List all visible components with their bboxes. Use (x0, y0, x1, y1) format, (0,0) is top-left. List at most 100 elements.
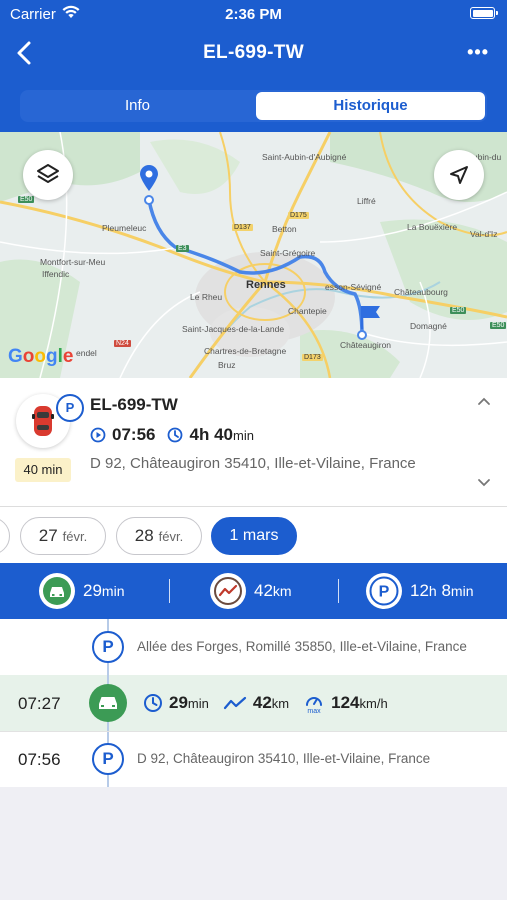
map-label: Iffendic (42, 269, 70, 279)
route-map[interactable]: Saint-Aubin-d'Aubigné Saint-Aubin-du Ple… (0, 132, 507, 378)
date-pill[interactable]: 27 févr. (20, 517, 106, 555)
stop-duration: 4h 40min (189, 425, 253, 445)
map-label: Chantepie (288, 306, 327, 316)
parking-minutes-unit: min (450, 583, 474, 599)
date-pill[interactable]: 28 févr. (116, 517, 202, 555)
road-label: E3 (176, 245, 189, 252)
navigation-bar: EL-699-TW ••• (0, 30, 507, 76)
map-label: Châteaubourg (394, 287, 448, 297)
tab-info[interactable]: Info (22, 92, 253, 120)
timeline-time: 07:56 (18, 750, 61, 769)
distance-stat-icon (210, 573, 246, 609)
date-month: févr. (62, 528, 88, 544)
date-pill-selected[interactable]: 1 mars (211, 517, 297, 555)
segmented-control: Info Historique (20, 90, 487, 122)
summary-time-row: 07:56 4h 40min (90, 424, 254, 446)
parking-stop-icon: P (92, 743, 124, 775)
trend-icon (214, 577, 242, 605)
max-speed: 124km/h (331, 693, 388, 713)
parking-stat-icon: P (366, 573, 402, 609)
road-label: N24 (114, 340, 131, 347)
parking-icon: P (369, 576, 399, 606)
map-label: La Bouëxière (407, 222, 458, 232)
map-label: Domagné (410, 321, 447, 331)
date-day: 28 (134, 526, 154, 545)
parking-minutes: 8 (441, 581, 451, 600)
duration-hours: 4h (189, 425, 210, 444)
divider (338, 579, 339, 603)
map-label: Liffré (357, 196, 376, 206)
date-month: févr. (158, 528, 184, 544)
road-label: E50 (490, 322, 507, 329)
start-pin-icon[interactable] (139, 164, 159, 192)
drive-distance-unit: km (271, 696, 290, 711)
google-letter: g (46, 346, 58, 367)
map-layers-button[interactable] (23, 150, 73, 200)
more-options-button[interactable]: ••• (467, 42, 489, 63)
drive-duration: 29min (169, 693, 209, 713)
max-speed-unit: km/h (359, 696, 388, 711)
google-letter: e (62, 346, 74, 367)
distance-unit: km (272, 583, 292, 599)
map-label: Montfort-sur-Meu (40, 257, 106, 267)
route-line (144, 195, 367, 340)
road-label: D173 (302, 354, 323, 361)
map-label: Saint-Aubin-d'Aubigné (262, 152, 347, 162)
date-pill-previous[interactable] (0, 517, 10, 555)
date-selector: 27 févr. 28 févr. 1 mars (0, 506, 507, 563)
parking-time-stat: P 12 h 8 min (366, 573, 473, 609)
map-label: Val-d'Iz (470, 229, 498, 239)
road-label: D137 (232, 224, 253, 231)
stop-duration-tag: 40 min (15, 458, 71, 482)
map-label: Le Rheu (190, 292, 223, 302)
car-icon (43, 577, 71, 605)
drive-details: 29min 42km max 124km/h (143, 692, 402, 714)
parking-badge: P (56, 394, 84, 422)
divider (169, 579, 170, 603)
battery-icon (470, 7, 498, 19)
map-label: endel (76, 348, 97, 358)
distance-stat: 42 km (210, 573, 292, 609)
drive-time-stat: 29 min (39, 573, 124, 609)
drive-distance: 42km (253, 693, 289, 713)
google-letter: G (8, 346, 23, 367)
trend-icon (223, 696, 246, 710)
tab-historique[interactable]: Historique (256, 92, 485, 120)
parking-stop-icon: P (92, 631, 124, 663)
map-label: esson-Sévigné (325, 282, 382, 292)
drive-time-value: 29 (83, 581, 102, 600)
map-label: Chartres-de-Bretagne (204, 346, 287, 356)
timeline-address: D 92, Châteaugiron 35410, Ille-et-Vilain… (137, 751, 431, 766)
drive-time-unit: min (101, 583, 125, 599)
clock-icon (168, 427, 183, 443)
map-label-city: Rennes (246, 279, 286, 291)
map-label: Châteaugiron (340, 340, 392, 350)
red-car-icon (32, 406, 54, 436)
layers-icon (37, 164, 59, 183)
max-speed-value: 124 (331, 693, 360, 712)
drive-duration-value: 29 (169, 693, 188, 712)
distance-value: 42 (254, 581, 273, 600)
chevron-down-icon[interactable] (477, 478, 491, 488)
stop-address: D 92, Châteaugiron 35410, Ille-et-Vilain… (90, 455, 416, 472)
google-letter: o (22, 346, 35, 367)
timeline-parking-row[interactable]: 07:56 P D 92, Châteaugiron 35410, Ille-e… (0, 731, 507, 787)
parking-letter: P (379, 584, 390, 601)
recenter-button[interactable] (434, 150, 484, 200)
app-header: Carrier 2:36 PM EL-699-TW ••• Info Histo… (0, 0, 507, 132)
duration-unit: min (232, 428, 254, 443)
clock-icon (144, 694, 162, 712)
drive-distance-value: 42 (252, 693, 272, 712)
timeline-parking-row[interactable]: P Allée des Forges, Romillé 35850, Ille-… (0, 619, 507, 675)
trip-summary-card[interactable]: P 40 min EL-699-TW 07:56 4h 40min D 92, … (0, 378, 507, 506)
drive-duration-unit: min (187, 696, 209, 711)
road-label: E50 (18, 196, 35, 203)
road-label: D175 (288, 212, 309, 219)
map-label: Betton (272, 224, 297, 234)
arrival-time: 07:56 (112, 425, 156, 444)
timeline-drive-row[interactable]: 07:27 29min 42km max 124km/h (0, 675, 507, 731)
end-flag-icon[interactable] (358, 304, 382, 330)
chevron-up-icon[interactable] (477, 396, 491, 406)
page-title: EL-699-TW (203, 42, 304, 63)
divider (0, 731, 507, 732)
